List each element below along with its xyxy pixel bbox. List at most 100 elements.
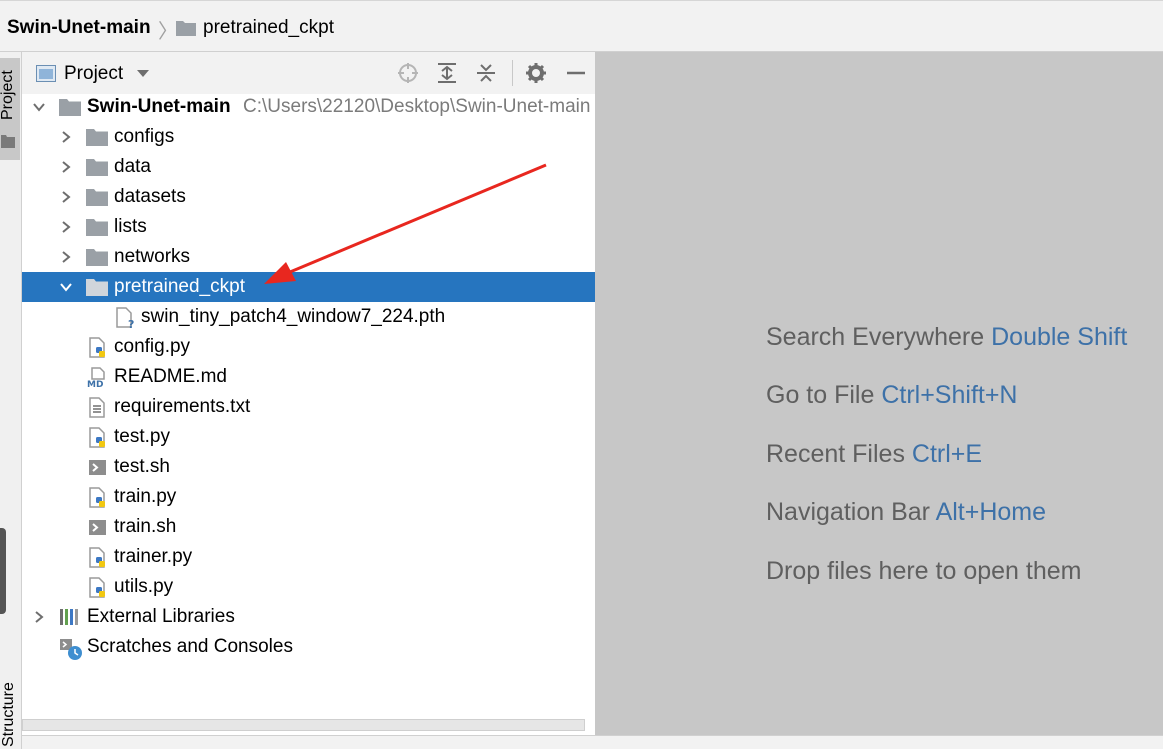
chevron-right-icon[interactable]: [32, 610, 46, 624]
python-file-icon: [89, 577, 105, 598]
project-tool-label: Project: [0, 70, 16, 120]
tree-item-test-sh[interactable]: test.sh: [22, 452, 595, 482]
hint-go-to-file: Go to File Ctrl+Shift+N: [766, 381, 1018, 410]
chevron-down-icon[interactable]: [32, 100, 46, 114]
bottom-tool-bar: [22, 735, 1163, 749]
tree-root-row[interactable]: Swin-Unet-main C:\Users\22120\Desktop\Sw…: [22, 92, 595, 122]
expand-all-icon[interactable]: [436, 62, 458, 84]
tree-item-label: train.sh: [114, 516, 177, 537]
tree-item-label: test.py: [114, 426, 170, 447]
tree-item-configs[interactable]: configs: [22, 122, 595, 152]
tool-window-stripe: Project Structure: [0, 52, 22, 749]
tree-item-label: trainer.py: [114, 546, 193, 567]
python-file-icon: [89, 427, 105, 448]
tree-item-pth-file[interactable]: ? swin_tiny_patch4_window7_224.pth: [22, 302, 595, 332]
tree-item-label: requirements.txt: [114, 396, 251, 417]
tree-item-label: config.py: [114, 336, 191, 357]
chevron-right-icon[interactable]: [59, 220, 73, 234]
tree-item-label: networks: [114, 246, 191, 267]
shell-file-icon: [89, 520, 106, 535]
tree-item-label: lists: [114, 216, 147, 237]
toolbar-divider: [512, 60, 513, 86]
chevron-right-icon[interactable]: [59, 160, 73, 174]
chevron-down-icon[interactable]: [59, 280, 73, 294]
unknown-file-icon: ?: [116, 307, 134, 329]
structure-tool-button[interactable]: Structure: [0, 682, 18, 747]
tree-item-train-py[interactable]: train.py: [22, 482, 595, 512]
chevron-right-icon[interactable]: [59, 130, 73, 144]
tree-item-scratches[interactable]: Scratches and Consoles: [22, 632, 595, 662]
hint-text: Navigation Bar: [766, 498, 930, 526]
horizontal-scrollbar[interactable]: [22, 719, 585, 731]
tree-item-datasets[interactable]: datasets: [22, 182, 595, 212]
tree-item-readme[interactable]: MD README.md: [22, 362, 595, 392]
hint-search-everywhere: Search Everywhere Double Shift: [766, 323, 1127, 352]
tree-item-label: swin_tiny_patch4_window7_224.pth: [141, 306, 446, 327]
folder-icon: [1, 135, 15, 148]
tree-item-config-py[interactable]: config.py: [22, 332, 595, 362]
tree-item-external-libraries[interactable]: External Libraries: [22, 602, 595, 632]
tree-item-label: data: [114, 156, 151, 177]
tree-item-label: test.sh: [114, 456, 170, 477]
collapse-all-icon[interactable]: [475, 62, 497, 84]
tree-item-label: datasets: [114, 186, 186, 207]
python-file-icon: [89, 337, 105, 358]
python-file-icon: [89, 547, 105, 568]
tree-item-label: External Libraries: [87, 606, 235, 627]
hint-shortcut: Ctrl+Shift+N: [881, 381, 1018, 409]
hint-navigation-bar: Navigation Bar Alt+Home: [766, 498, 1046, 527]
text-file-icon: [89, 397, 105, 418]
tree-item-test-py[interactable]: test.py: [22, 422, 595, 452]
tree-item-trainer-py[interactable]: trainer.py: [22, 542, 595, 572]
chevron-right-icon[interactable]: [59, 250, 73, 264]
breadcrumb-separator-icon: 〉: [158, 21, 178, 43]
tree-item-lists[interactable]: lists: [22, 212, 595, 242]
tree-item-label: train.py: [114, 486, 177, 507]
project-tool-button[interactable]: Project: [0, 58, 20, 160]
tree-root-label: Swin-Unet-main: [87, 96, 231, 117]
hint-drop-files: Drop files here to open them: [766, 557, 1081, 586]
hint-shortcut: Double Shift: [991, 323, 1128, 351]
folder-icon: [86, 249, 108, 266]
folder-icon: [86, 129, 108, 146]
tree-item-label: pretrained_ckpt: [114, 276, 245, 297]
tree-item-label: Scratches and Consoles: [87, 636, 293, 657]
hint-text: Go to File: [766, 381, 875, 409]
project-tool-window: Project Swin-Unet-main C:\Users\22120\De…: [22, 52, 595, 735]
svg-text:MD: MD: [87, 380, 103, 389]
hint-text: Recent Files: [766, 440, 905, 468]
minimize-icon[interactable]: [565, 62, 587, 84]
gear-icon[interactable]: [525, 62, 547, 84]
project-panel-header: Project: [22, 52, 595, 94]
folder-icon: [59, 99, 81, 116]
tree-item-label: utils.py: [114, 576, 174, 597]
tree-item-label: README.md: [114, 366, 227, 387]
tree-item-data[interactable]: data: [22, 152, 595, 182]
tree-item-networks[interactable]: networks: [22, 242, 595, 272]
breadcrumb-root[interactable]: Swin-Unet-main: [7, 17, 151, 39]
tree-root-path: C:\Users\22120\Desktop\Swin-Unet-main: [243, 96, 591, 117]
breadcrumb-child[interactable]: pretrained_ckpt: [203, 17, 334, 39]
markdown-file-icon: MD: [87, 367, 105, 389]
folder-icon: [86, 159, 108, 176]
shell-file-icon: [89, 460, 106, 475]
tree-item-label: configs: [114, 126, 175, 147]
folder-icon: [176, 21, 196, 36]
tree-item-train-sh[interactable]: train.sh: [22, 512, 595, 542]
python-file-icon: [89, 487, 105, 508]
hint-text: Search Everywhere: [766, 323, 985, 351]
folder-icon: [86, 279, 108, 296]
chevron-down-icon[interactable]: [136, 69, 150, 78]
hint-shortcut: Alt+Home: [935, 498, 1047, 526]
locate-icon[interactable]: [397, 62, 419, 84]
chevron-right-icon[interactable]: [59, 190, 73, 204]
library-icon: [60, 609, 78, 625]
navigation-bar: Swin-Unet-main 〉 pretrained_ckpt: [0, 0, 1163, 52]
tree-item-pretrained-ckpt[interactable]: pretrained_ckpt: [22, 272, 595, 302]
scratches-icon: [60, 639, 82, 660]
tree-item-utils-py[interactable]: utils.py: [22, 572, 595, 602]
resize-handle[interactable]: [0, 528, 6, 614]
tree-item-requirements[interactable]: requirements.txt: [22, 392, 595, 422]
project-panel-title[interactable]: Project: [64, 63, 123, 85]
hint-text: Drop files here to open them: [766, 557, 1082, 585]
